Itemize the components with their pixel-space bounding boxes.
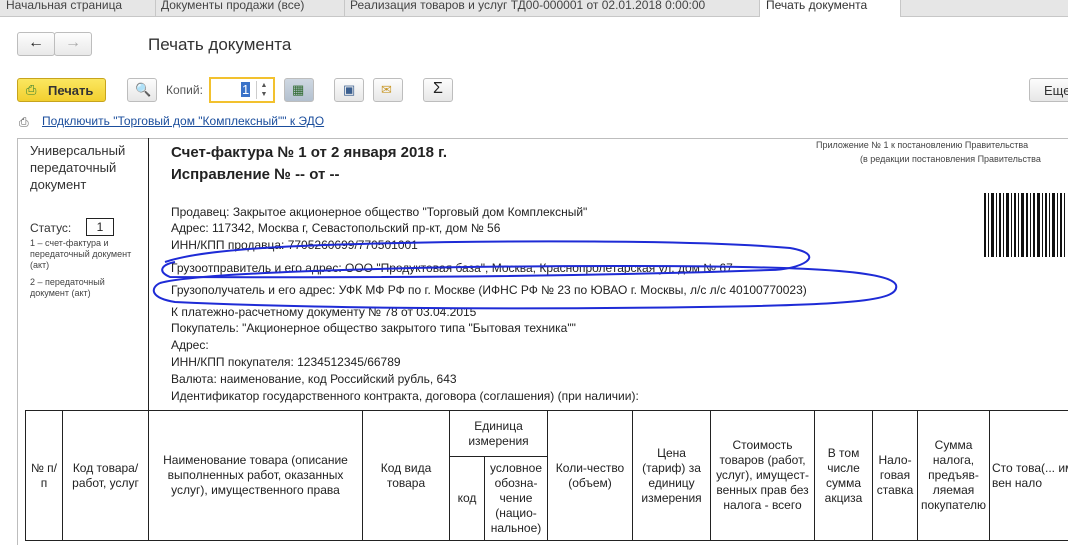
buyer-address-line: Адрес: (171, 338, 209, 352)
upd-separator (148, 138, 149, 410)
save-button[interactable]: ▣ (334, 78, 364, 102)
col-last: Сто това(... иму вен нало (989, 410, 1068, 541)
invoice-title: Счет-фактура № 1 от 2 января 2018 г. (171, 144, 448, 161)
barcode (984, 193, 1068, 257)
edit-table-icon: ▦ (292, 82, 305, 97)
buyer-line: Покупатель: "Акционерное общество закрыт… (171, 321, 576, 335)
edo-printer-icon: ⎙ (19, 115, 29, 129)
col-cost: Стоимость товаров (работ, услуг), имущес… (710, 410, 816, 541)
col-name: Наименование товара (описание выполненны… (148, 410, 363, 541)
status-note-1: 1 – счет-фактура и передаточный документ… (30, 238, 132, 270)
shipper-line: Грузоотправитель и его адрес: ООО "Проду… (171, 261, 733, 275)
tab-sales-documents[interactable]: Документы продажи (все) (155, 0, 345, 16)
contract-id-line: Идентификатор государственного контракта… (171, 389, 639, 403)
status-note-2: 2 – передаточный документ (акт) (30, 277, 105, 298)
upd-title: Универсальный передаточный документ (30, 143, 126, 192)
magnifier-page-icon: 🔍 (135, 82, 152, 97)
copies-label: Копий: (166, 83, 203, 97)
col-unit: Единица измерения (448, 410, 549, 457)
floppy-icon: ▣ (343, 82, 356, 97)
tab-print-document[interactable]: Печать документа (760, 0, 901, 17)
copies-stepper[interactable]: ▲ ▼ (256, 81, 271, 99)
email-button[interactable]: ✉ (373, 78, 403, 102)
edo-connect-link[interactable]: Подключить "Торговый дом "Комплексный"" … (42, 114, 324, 128)
arrow-left-icon: ← (28, 34, 44, 51)
copies-input[interactable]: 1 ▲ ▼ (209, 77, 275, 103)
seller-line: Продавец: Закрытое акционерное общество … (171, 205, 588, 219)
col-unit-code: код (449, 456, 485, 541)
col-kind: Код вида товара (362, 410, 450, 541)
printer-icon: ⎙ (26, 82, 37, 97)
sigma-icon: Σ (433, 80, 443, 97)
col-code: Код товара/ работ, услуг (62, 410, 149, 541)
seller-address-line: Адрес: 117342, Москва г, Севастопольский… (171, 221, 501, 235)
seller-inn-line: ИНН/КПП продавца: 7705260699/770501001 (171, 238, 418, 252)
forward-button[interactable]: → (54, 32, 92, 56)
payment-doc-line: К платежно-расчетному документу № 78 от … (171, 305, 477, 319)
col-tax: Сумма налога, предъяв-ляемая покупателю (917, 410, 991, 541)
tab-home[interactable]: Начальная страница (0, 0, 156, 16)
col-num: № п/п (25, 410, 63, 541)
col-excise: В том числе сумма акциза (814, 410, 874, 541)
more-button[interactable]: Еще (1029, 78, 1068, 102)
buyer-inn-line: ИНН/КПП покупателя: 1234512345/66789 (171, 355, 401, 369)
col-price: Цена (тариф) за единицу измерения (632, 410, 712, 541)
appendix-note-1: Приложение № 1 к постановлению Правитель… (816, 140, 1029, 150)
tab-sales-realization[interactable]: Реализация товаров и услуг ТД00-000001 о… (344, 0, 760, 16)
arrow-right-icon: → (65, 34, 81, 51)
edit-mode-button[interactable]: ▦ (284, 78, 314, 102)
goods-table: № п/п Код товара/ работ, услуг Наименова… (25, 410, 1068, 541)
page-title: Печать документа (148, 35, 292, 54)
tab-bar: Начальная страница Документы продажи (вс… (0, 0, 1068, 17)
print-button[interactable]: ⎙ Печать (17, 78, 106, 102)
back-button[interactable]: ← (17, 32, 55, 56)
col-qty: Коли-чество (объем) (547, 410, 634, 541)
col-rate: Нало-говая ставка (872, 410, 919, 541)
col-unit-name: условное обозна-чение (нацио-нальное) (483, 456, 549, 541)
appendix-note-2: (в редакции постановления Правительства (860, 154, 1041, 164)
sum-button[interactable]: Σ (423, 78, 453, 102)
currency-line: Валюта: наименование, код Российский руб… (171, 372, 457, 386)
preview-button[interactable]: 🔍 (127, 78, 157, 102)
invoice-correction: Исправление № -- от -- (171, 166, 340, 183)
status-value: 1 (86, 218, 114, 236)
consignee-line: Грузополучатель и его адрес: УФК МФ РФ п… (171, 283, 807, 297)
status-label: Статус: (30, 221, 72, 235)
envelope-icon: ✉ (381, 82, 392, 97)
